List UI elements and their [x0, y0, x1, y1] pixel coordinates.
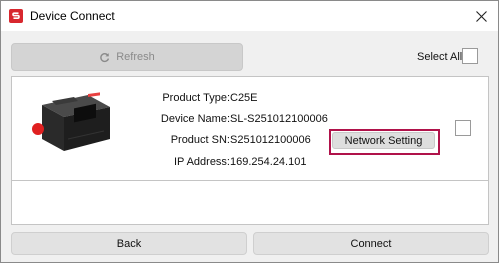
- window-title: Device Connect: [30, 9, 115, 23]
- brand-logo-icon: [9, 9, 23, 23]
- title-bar: Device Connect: [1, 1, 498, 31]
- ip-address-label: IP Address:: [173, 156, 230, 168]
- device-connect-dialog: Device Connect Refresh Select All Produc…: [0, 0, 499, 263]
- select-all-label: Select All: [417, 51, 463, 63]
- refresh-button[interactable]: Refresh: [11, 43, 243, 71]
- refresh-label: Refresh: [116, 51, 155, 63]
- device-name-value: SL-S251012100006: [230, 113, 328, 125]
- device-select-checkbox[interactable]: [455, 120, 471, 136]
- device-name-label: Device Name:: [160, 113, 230, 125]
- back-button[interactable]: Back: [11, 232, 247, 255]
- product-type-value: C25E: [230, 92, 258, 104]
- connect-button[interactable]: Connect: [253, 232, 489, 255]
- device-row[interactable]: Product Type: C25E Device Name: SL-S2510…: [12, 77, 488, 181]
- refresh-icon: [99, 52, 110, 63]
- close-icon: [475, 10, 487, 22]
- select-all-checkbox[interactable]: [462, 48, 478, 64]
- product-type-label: Product Type:: [162, 92, 230, 104]
- close-button[interactable]: [472, 7, 490, 25]
- device-list: Product Type: C25E Device Name: SL-S2510…: [11, 76, 489, 225]
- scanner-device-image: [32, 92, 110, 151]
- product-sn-value: S251012100006: [230, 134, 311, 146]
- product-sn-label: Product SN:: [170, 134, 230, 146]
- network-setting-button[interactable]: Network Setting: [332, 132, 435, 149]
- ip-address-value: 169.254.24.101: [230, 156, 307, 168]
